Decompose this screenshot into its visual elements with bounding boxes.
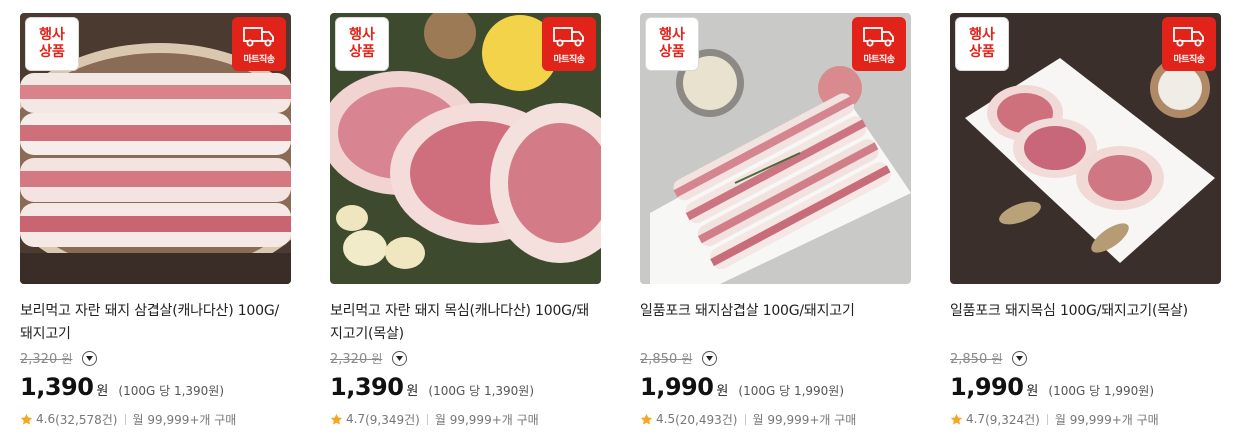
delivery-label: 마트직송 — [243, 55, 275, 65]
product-grid: 행사 상품 마트직송 보리먹고 자란 돼지 삼겹살(캐나다산) 100G/돼지고… — [0, 0, 1247, 439]
delivery-label: 마트직송 — [553, 55, 585, 65]
product-name[interactable]: 일품포크 돼지목심 100G/돼지고기(목살) — [950, 300, 1218, 323]
product-name[interactable]: 일품포크 돼지삼겹살 100G/돼지고기 — [640, 300, 908, 323]
sale-price: 1,390 — [20, 373, 94, 401]
product-card[interactable]: 행사 상품 마트직송 일품포크 돼지삼겹살 100G/돼지고기 2,850 원 … — [640, 13, 912, 433]
rating-value: 4.7 — [966, 412, 986, 426]
promo-badge: 행사 상품 — [955, 17, 1009, 71]
promo-badge: 행사 상품 — [645, 17, 699, 71]
truck-icon — [243, 27, 274, 47]
review-count: (9,324건) — [985, 412, 1040, 427]
price-row: 1,990 원 (100G 당 1,990원) — [640, 373, 844, 403]
price-row: 1,390 원 (100G 당 1,390원) — [330, 373, 534, 403]
monthly-purchases: 월 99,999+개 구매 — [752, 412, 857, 427]
mart-delivery-badge: 마트직송 — [232, 17, 286, 71]
mart-delivery-badge: 마트직송 — [852, 17, 906, 71]
price-detail-toggle[interactable] — [392, 350, 408, 366]
price-currency: 원 — [406, 384, 419, 399]
original-price: 2,320 원 — [20, 351, 73, 367]
unit-price: (100G 당 1,990원) — [1048, 384, 1155, 398]
review-count: (32,578건) — [55, 412, 118, 427]
monthly-purchases: 월 99,999+개 구매 — [434, 412, 539, 427]
unit-price: (100G 당 1,390원) — [428, 384, 535, 398]
product-image[interactable]: 행사 상품 마트직송 — [950, 13, 1221, 284]
rating-value: 4.7 — [346, 412, 366, 426]
price-currency: 원 — [1026, 384, 1039, 399]
sale-price: 1,390 — [330, 373, 404, 401]
product-image[interactable]: 행사 상품 마트직송 — [330, 13, 601, 284]
product-image[interactable]: 행사 상품 마트직송 — [20, 13, 291, 284]
price-detail-toggle[interactable] — [702, 350, 718, 366]
delivery-label: 마트직송 — [863, 55, 895, 65]
truck-icon — [863, 27, 894, 47]
star-icon — [640, 413, 653, 425]
price-currency: 원 — [96, 384, 109, 399]
rating-value: 4.5 — [656, 412, 676, 426]
divider — [744, 413, 746, 425]
original-price-row: 2,850 원 — [640, 348, 718, 368]
chevron-down-icon — [706, 355, 714, 361]
promo-badge: 행사 상품 — [335, 17, 389, 71]
divider — [1046, 413, 1048, 425]
promo-badge: 행사 상품 — [25, 17, 79, 71]
original-price-row: 2,320 원 — [330, 348, 408, 368]
original-price: 2,850 원 — [640, 351, 693, 367]
original-price-row: 2,850 원 — [950, 348, 1028, 368]
review-count: (20,493건) — [675, 412, 738, 427]
original-price-row: 2,320 원 — [20, 348, 98, 368]
price-detail-toggle[interactable] — [82, 350, 98, 366]
star-icon — [330, 413, 343, 425]
sale-price: 1,990 — [640, 373, 714, 401]
product-name[interactable]: 보리먹고 자란 돼지 삼겹살(캐나다산) 100G/돼지고기 — [20, 300, 288, 346]
chevron-down-icon — [396, 355, 404, 361]
original-price: 2,850 원 — [950, 351, 1003, 367]
mart-delivery-badge: 마트직송 — [1162, 17, 1216, 71]
price-currency: 원 — [716, 384, 729, 399]
original-price: 2,320 원 — [330, 351, 383, 367]
monthly-purchases: 월 99,999+개 구매 — [132, 412, 237, 427]
monthly-purchases: 월 99,999+개 구매 — [1054, 412, 1159, 427]
rating-row: 4.5 (20,493건) 월 99,999+개 구매 — [640, 411, 856, 427]
rating-row: 4.7 (9,324건) 월 99,999+개 구매 — [950, 411, 1159, 427]
review-count: (9,349건) — [365, 412, 420, 427]
product-card[interactable]: 행사 상품 마트직송 보리먹고 자란 돼지 삼겹살(캐나다산) 100G/돼지고… — [20, 13, 292, 433]
truck-icon — [553, 27, 584, 47]
product-image[interactable]: 행사 상품 마트직송 — [640, 13, 911, 284]
chevron-down-icon — [86, 355, 94, 361]
star-icon — [950, 413, 963, 425]
product-card[interactable]: 행사 상품 마트직송 보리먹고 자란 돼지 목심(캐나다산) 100G/돼지고기… — [330, 13, 602, 433]
chevron-down-icon — [1016, 355, 1024, 361]
price-detail-toggle[interactable] — [1012, 350, 1028, 366]
mart-delivery-badge: 마트직송 — [542, 17, 596, 71]
unit-price: (100G 당 1,390원) — [118, 384, 225, 398]
sale-price: 1,990 — [950, 373, 1024, 401]
rating-value: 4.6 — [36, 412, 56, 426]
delivery-label: 마트직송 — [1173, 55, 1205, 65]
divider — [124, 413, 126, 425]
product-card[interactable]: 행사 상품 마트직송 일품포크 돼지목심 100G/돼지고기(목살) 2,850… — [950, 13, 1222, 433]
rating-row: 4.7 (9,349건) 월 99,999+개 구매 — [330, 411, 539, 427]
price-row: 1,990 원 (100G 당 1,990원) — [950, 373, 1154, 403]
product-name[interactable]: 보리먹고 자란 돼지 목심(캐나다산) 100G/돼지고기(목살) — [330, 300, 598, 346]
unit-price: (100G 당 1,990원) — [738, 384, 845, 398]
price-row: 1,390 원 (100G 당 1,390원) — [20, 373, 224, 403]
star-icon — [20, 413, 33, 425]
rating-row: 4.6 (32,578건) 월 99,999+개 구매 — [20, 411, 236, 427]
truck-icon — [1173, 27, 1204, 47]
divider — [426, 413, 428, 425]
